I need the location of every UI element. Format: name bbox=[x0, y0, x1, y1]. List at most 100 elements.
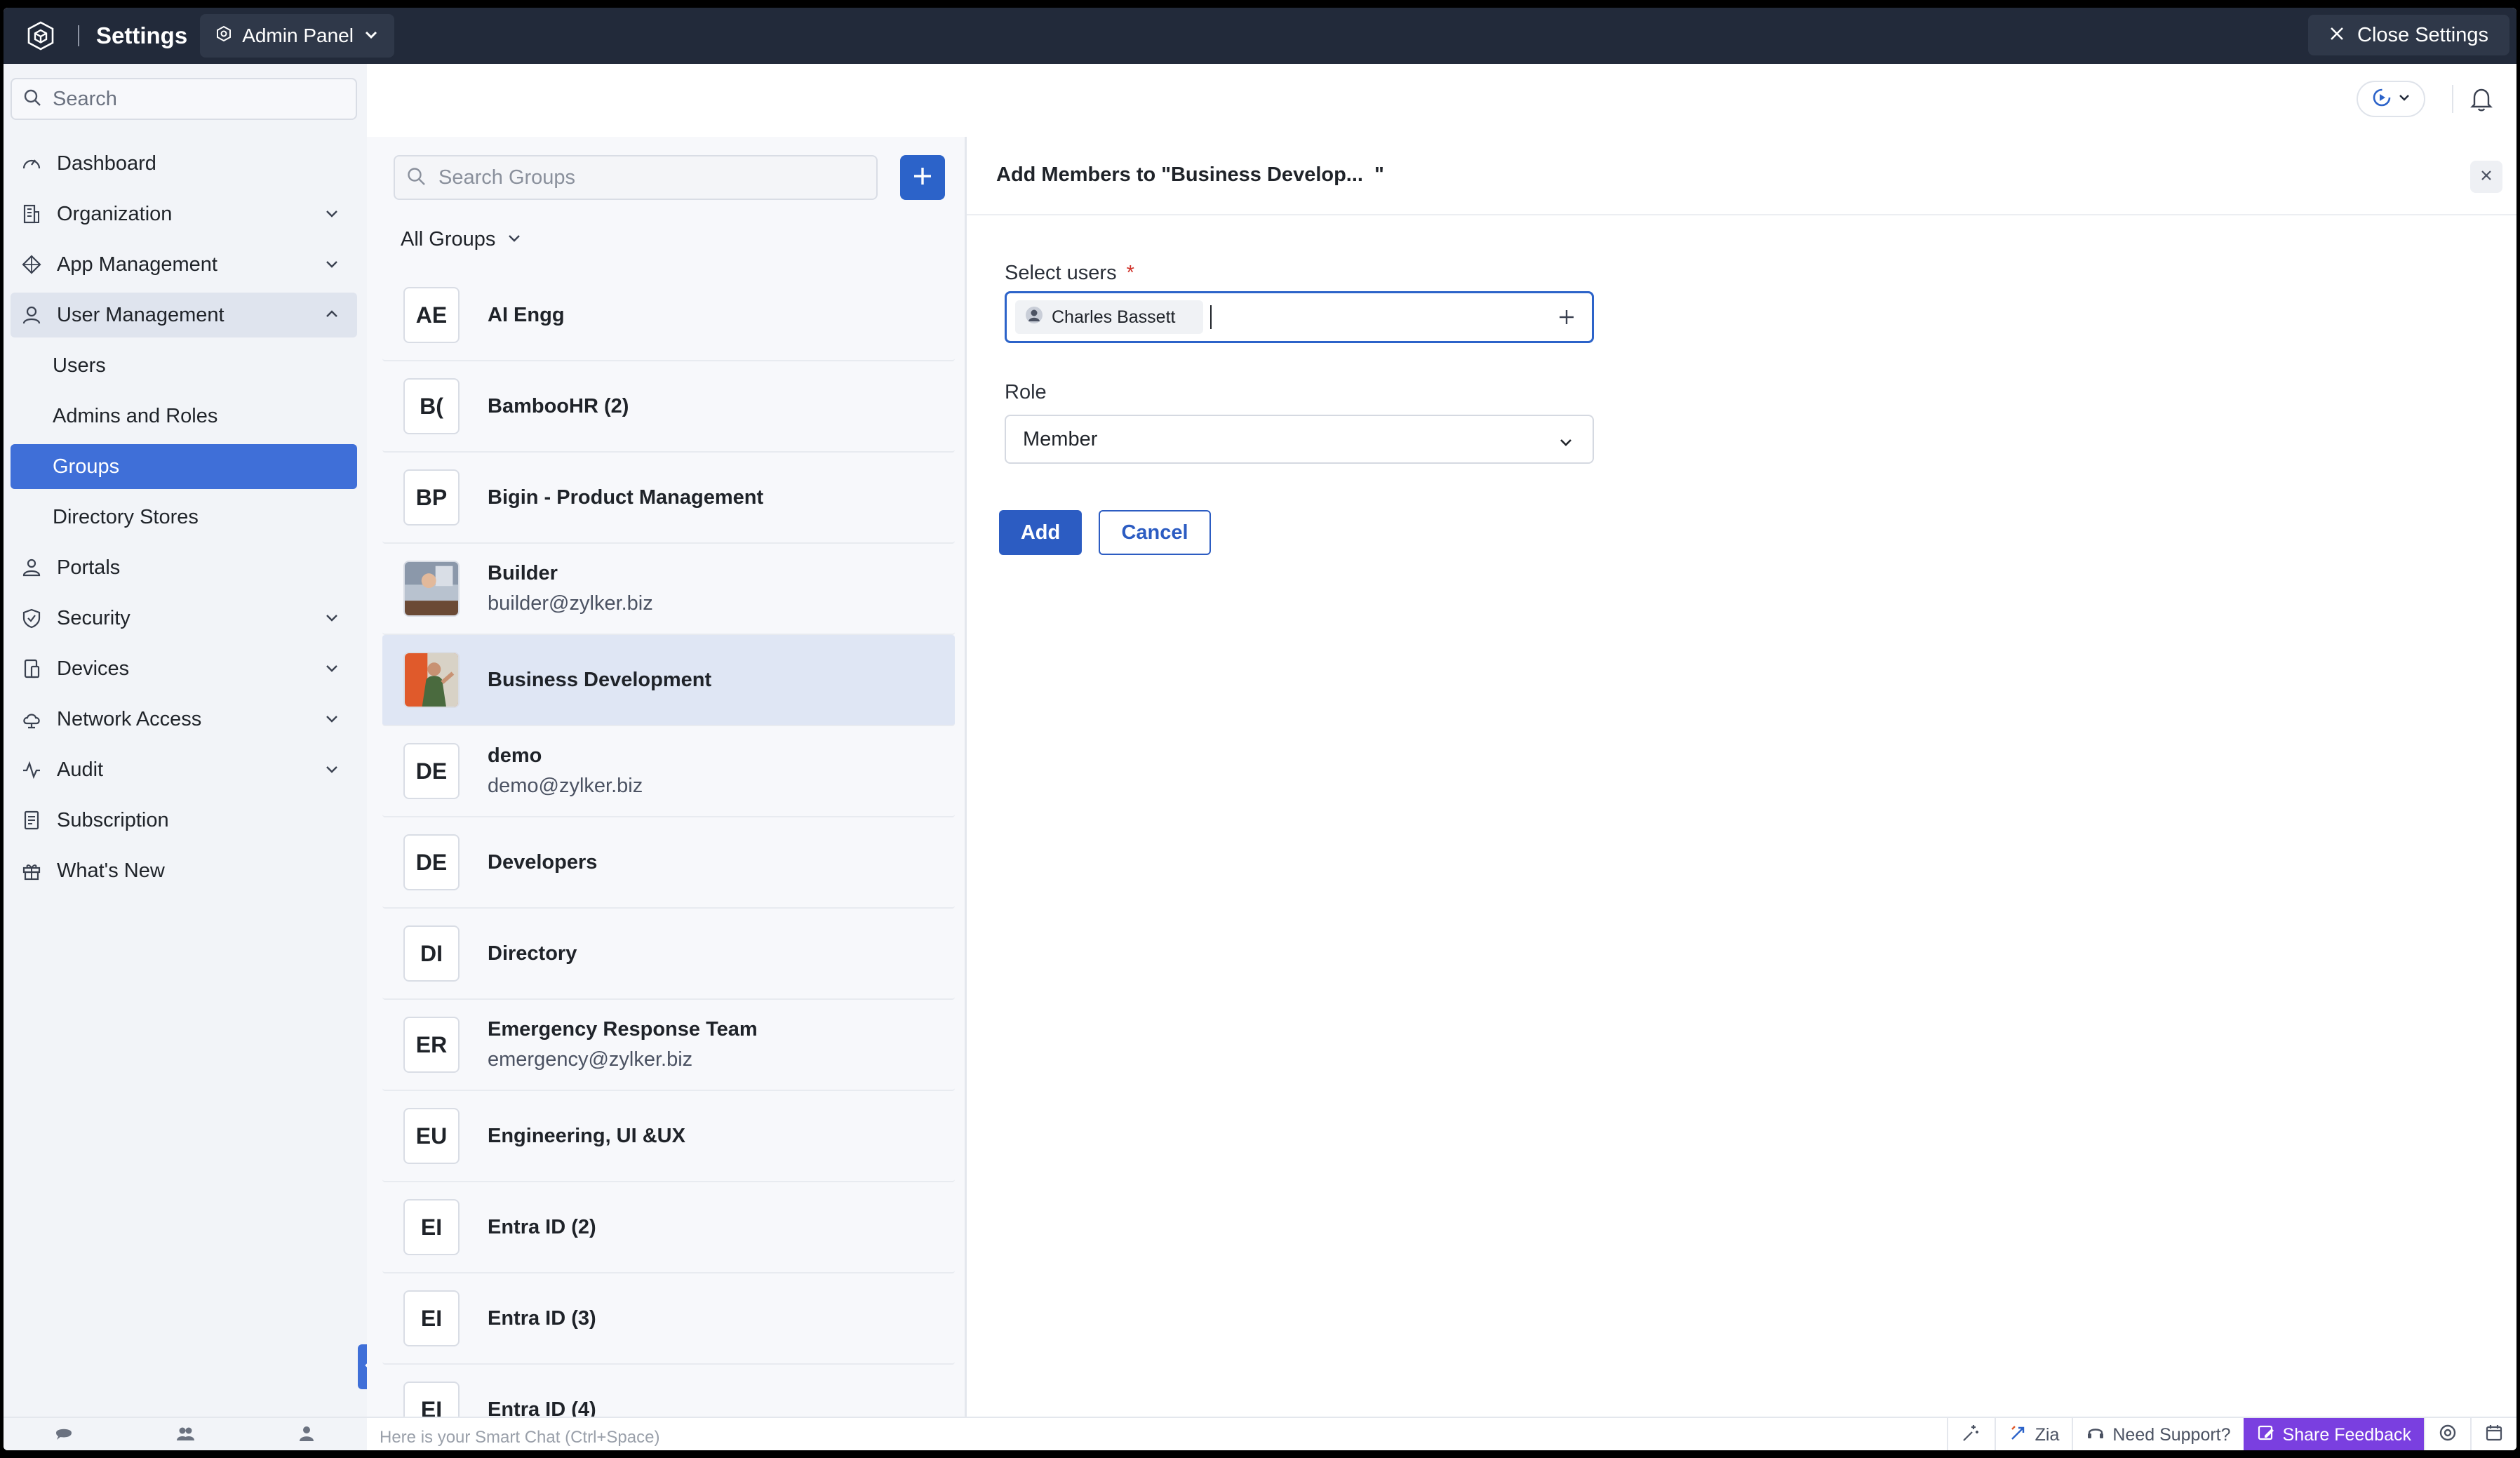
app-logo-icon[interactable] bbox=[22, 17, 60, 55]
group-avatar: DE bbox=[403, 834, 460, 890]
gauge-icon bbox=[19, 151, 44, 176]
sidebar-item-label: Network Access bbox=[57, 707, 202, 730]
group-avatar: AE bbox=[403, 287, 460, 343]
sidebar-item-groups[interactable]: Groups bbox=[11, 444, 357, 489]
page-title: Settings bbox=[96, 22, 188, 48]
sidebar-item-audit[interactable]: Audit bbox=[11, 747, 357, 792]
building-icon bbox=[19, 201, 44, 227]
group-row-builder[interactable]: Builder builder@zylker.biz bbox=[382, 544, 955, 635]
gift-icon bbox=[19, 858, 44, 883]
search-icon bbox=[23, 88, 41, 110]
chevron-down-icon bbox=[1557, 433, 1574, 456]
zia-button[interactable]: Zia bbox=[1994, 1418, 2072, 1450]
close-settings-button[interactable]: Close Settings bbox=[2308, 15, 2509, 55]
at-icon bbox=[2438, 1423, 2458, 1447]
selected-user-name: Charles Bassett bbox=[1052, 307, 1176, 327]
group-row-bamboohr[interactable]: B( BambooHR (2) bbox=[382, 361, 955, 453]
group-email: builder@zylker.biz bbox=[488, 592, 653, 615]
sidebar-item-label: Subscription bbox=[57, 808, 169, 831]
chevron-up-icon bbox=[323, 305, 340, 328]
group-row-entra-id-2[interactable]: EI Entra ID (2) bbox=[382, 1182, 955, 1273]
group-name: Engineering, UI &UX bbox=[488, 1124, 685, 1147]
sidebar-item-label: Groups bbox=[53, 455, 120, 478]
sidebar-item-portals[interactable]: Portals bbox=[11, 545, 357, 590]
calendar-button[interactable] bbox=[2470, 1418, 2516, 1450]
group-row-emergency-response[interactable]: ER Emergency Response Team emergency@zyl… bbox=[382, 1000, 955, 1091]
sparkle-icon bbox=[1961, 1422, 1982, 1448]
contacts-icon[interactable] bbox=[175, 1423, 196, 1447]
groups-filter-dropdown[interactable]: All Groups bbox=[401, 228, 522, 251]
sidebar-item-label: Organization bbox=[57, 202, 173, 225]
groups-search[interactable] bbox=[394, 155, 878, 200]
selected-user-chip[interactable]: Charles Bassett bbox=[1015, 300, 1204, 334]
share-feedback-button[interactable]: Share Feedback bbox=[2243, 1418, 2424, 1450]
group-avatar: DE bbox=[403, 743, 460, 799]
sidebar-item-network-access[interactable]: Network Access bbox=[11, 697, 357, 742]
group-row-bigin[interactable]: BP Bigin - Product Management bbox=[382, 453, 955, 544]
required-mark: * bbox=[1126, 262, 1134, 284]
group-row-business-development[interactable]: Business Development bbox=[382, 635, 955, 726]
group-name: Bigin - Product Management bbox=[488, 486, 764, 509]
sidebar-item-dashboard[interactable]: Dashboard bbox=[11, 141, 357, 186]
role-select[interactable]: Member bbox=[1005, 415, 1594, 464]
sidebar-nav: Dashboard Organization App Management Us… bbox=[11, 141, 357, 899]
receipt-icon bbox=[19, 808, 44, 833]
sidebar-item-admins-and-roles[interactable]: Admins and Roles bbox=[11, 394, 357, 439]
add-button[interactable]: Add bbox=[999, 510, 1082, 555]
add-group-button[interactable] bbox=[900, 155, 945, 200]
plus-icon[interactable] bbox=[1555, 306, 1578, 332]
group-row-engineering[interactable]: EU Engineering, UI &UX bbox=[382, 1091, 955, 1182]
need-support-button[interactable]: Need Support? bbox=[2072, 1418, 2243, 1450]
sidebar-item-organization[interactable]: Organization bbox=[11, 192, 357, 236]
sidebar: Dashboard Organization App Management Us… bbox=[4, 64, 367, 1417]
sidebar-item-label: User Management bbox=[57, 303, 224, 326]
chevron-down-icon bbox=[323, 760, 340, 783]
sidebar-item-subscription[interactable]: Subscription bbox=[11, 798, 357, 843]
group-name: Directory bbox=[488, 942, 577, 965]
groups-search-input[interactable] bbox=[437, 165, 861, 190]
sidebar-item-devices[interactable]: Devices bbox=[11, 646, 357, 691]
apps-icon bbox=[19, 252, 44, 277]
group-name: Emergency Response Team bbox=[488, 1018, 758, 1041]
text-cursor bbox=[1210, 305, 1212, 329]
group-avatar: EI bbox=[403, 1382, 460, 1417]
status-dropdown[interactable] bbox=[2357, 81, 2425, 117]
sidebar-item-users[interactable]: Users bbox=[11, 343, 357, 388]
sidebar-item-app-management[interactable]: App Management bbox=[11, 242, 357, 287]
mention-button[interactable] bbox=[2424, 1418, 2470, 1450]
group-name: Business Development bbox=[488, 668, 712, 691]
chevron-down-icon bbox=[363, 25, 379, 47]
admin-panel-dropdown[interactable]: Admin Panel bbox=[200, 14, 394, 58]
cancel-button[interactable]: Cancel bbox=[1099, 510, 1211, 555]
sparkle-button[interactable] bbox=[1946, 1418, 1995, 1450]
sidebar-search[interactable] bbox=[11, 78, 357, 120]
role-value: Member bbox=[1023, 427, 1098, 450]
sidebar-item-directory-stores[interactable]: Directory Stores bbox=[11, 495, 357, 540]
chevron-down-icon bbox=[323, 608, 340, 631]
sidebar-item-label: What's New bbox=[57, 859, 165, 882]
sidebar-item-label: Portals bbox=[57, 556, 121, 579]
group-row-developers[interactable]: DE Developers bbox=[382, 817, 955, 909]
status-icon bbox=[2371, 86, 2393, 112]
smart-chat-placeholder[interactable]: Here is your Smart Chat (Ctrl+Space) bbox=[380, 1428, 659, 1447]
group-row-ai-engg[interactable]: AE AI Engg bbox=[382, 270, 955, 361]
group-avatar-photo bbox=[403, 561, 460, 617]
groups-panel: All Groups AE AI Engg B( BambooHR (2) BP… bbox=[367, 137, 967, 1417]
divider bbox=[2452, 85, 2453, 113]
close-icon bbox=[2329, 24, 2345, 47]
sidebar-item-whats-new[interactable]: What's New bbox=[11, 848, 357, 893]
group-row-entra-id-4[interactable]: EI Entra ID (4) bbox=[382, 1365, 955, 1417]
group-row-demo[interactable]: DE demo demo@zylker.biz bbox=[382, 726, 955, 817]
sidebar-item-user-management[interactable]: User Management bbox=[11, 293, 357, 337]
group-row-entra-id-3[interactable]: EI Entra ID (3) bbox=[382, 1273, 955, 1365]
bell-icon[interactable] bbox=[2467, 85, 2495, 116]
chat-icon[interactable] bbox=[53, 1423, 74, 1447]
profile-icon[interactable] bbox=[296, 1423, 317, 1447]
sidebar-item-security[interactable]: Security bbox=[11, 596, 357, 641]
close-panel-button[interactable] bbox=[2470, 161, 2502, 193]
sidebar-item-label: Security bbox=[57, 606, 130, 629]
group-row-directory[interactable]: DI Directory bbox=[382, 909, 955, 1000]
sidebar-search-input[interactable] bbox=[51, 86, 335, 112]
select-users-field[interactable]: Charles Bassett bbox=[1005, 291, 1594, 343]
user-icon bbox=[19, 302, 44, 328]
